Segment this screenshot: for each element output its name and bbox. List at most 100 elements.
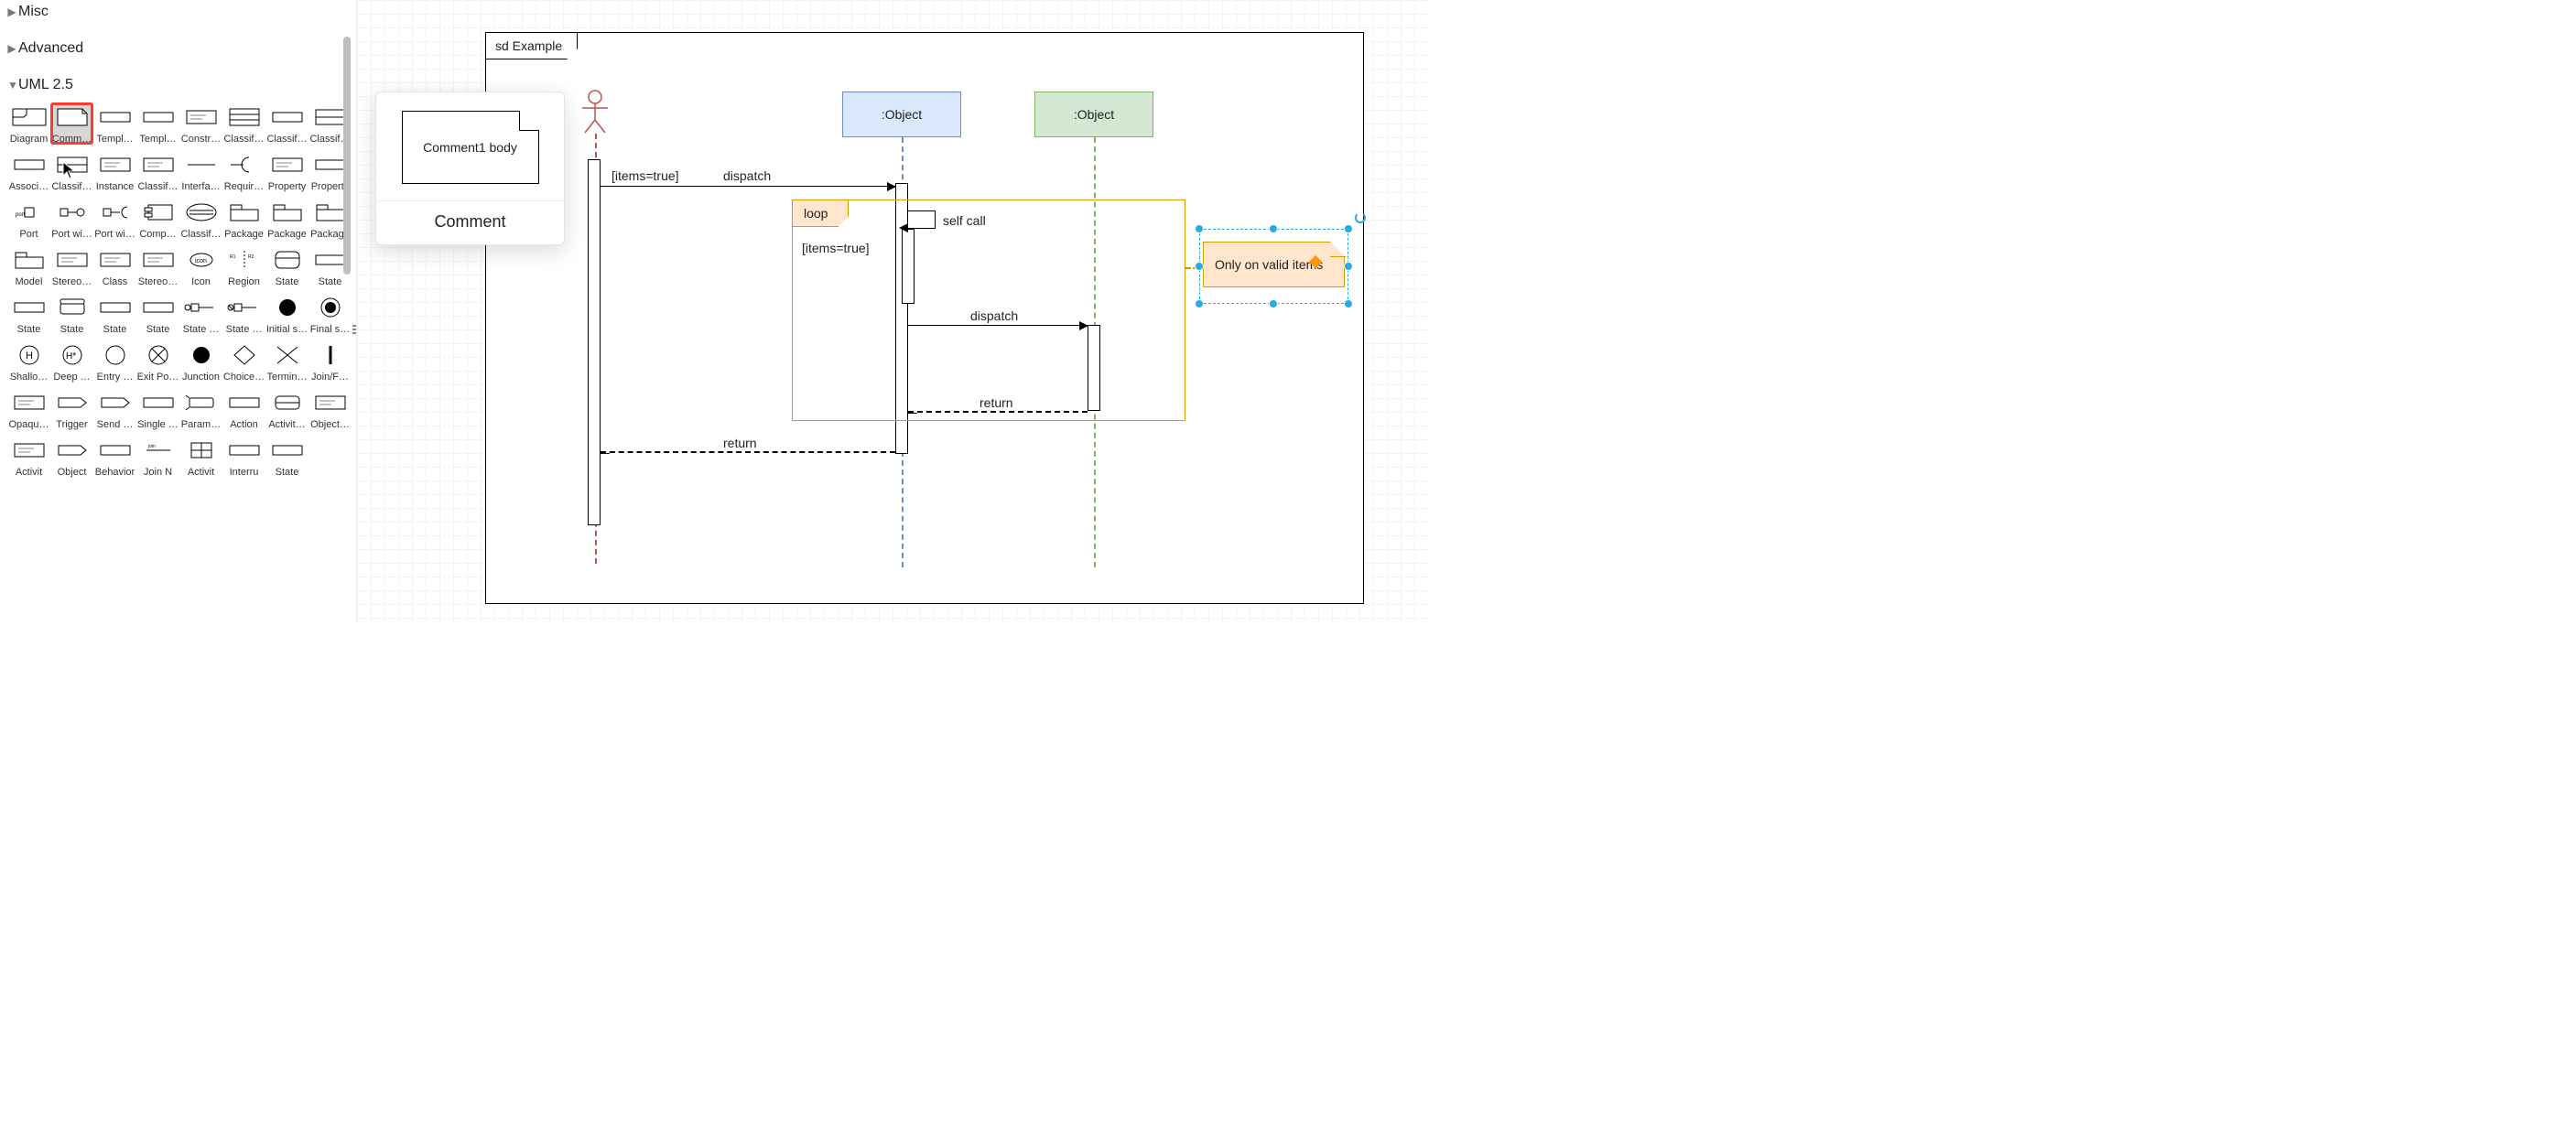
shape-exitpo-43[interactable]: Exit Po… bbox=[136, 340, 179, 383]
object-head[interactable]: :Object bbox=[842, 92, 961, 137]
shape-junction-44[interactable]: Junction bbox=[179, 340, 222, 383]
shape-constr-4[interactable]: Constr… bbox=[179, 102, 222, 145]
section-uml25[interactable]: ▼ UML 2.5 bbox=[0, 73, 356, 97]
shape-property-14[interactable]: Property bbox=[265, 150, 308, 192]
shape-associ-8[interactable]: Associ… bbox=[7, 150, 50, 192]
shape-state-34[interactable]: State bbox=[93, 293, 136, 335]
shape-choice-45[interactable]: Choice… bbox=[222, 340, 265, 383]
shape-finals-39[interactable]: Final s… bbox=[308, 293, 352, 335]
shape-port-16[interactable]: portPort bbox=[7, 198, 50, 240]
shape-behavior-58[interactable]: Behavior bbox=[93, 436, 136, 478]
resize-handle[interactable] bbox=[1269, 299, 1278, 308]
port-icon: port bbox=[11, 198, 48, 227]
shape-label: Requir… bbox=[223, 181, 265, 192]
shape-comm-1[interactable]: Comm… bbox=[50, 102, 93, 145]
shape-param-52[interactable]: Param… bbox=[179, 388, 222, 430]
resize-handle[interactable] bbox=[1344, 299, 1353, 308]
shape-single-51[interactable]: Single … bbox=[136, 388, 179, 430]
shape-model-24[interactable]: Model bbox=[7, 245, 50, 287]
loop-tag[interactable]: loop bbox=[792, 200, 849, 227]
shape-object-57[interactable]: Object bbox=[50, 436, 93, 478]
msg-label[interactable]: return bbox=[723, 436, 757, 450]
shape-package-22[interactable]: Package bbox=[265, 198, 308, 240]
loop-guard[interactable]: [items=true] bbox=[802, 241, 870, 255]
msg-guard[interactable]: [items=true] bbox=[612, 168, 679, 183]
shape-state-36[interactable]: State … bbox=[179, 293, 222, 335]
shape-initials-38[interactable]: Initial s… bbox=[265, 293, 308, 335]
resize-handle[interactable] bbox=[1269, 224, 1278, 233]
resize-handle[interactable] bbox=[1195, 299, 1204, 308]
msg-self-call[interactable] bbox=[908, 210, 936, 229]
shape-classif-6[interactable]: Classif… bbox=[265, 102, 308, 145]
msg-label[interactable]: self call bbox=[943, 213, 986, 228]
shape-instance-10[interactable]: Instance bbox=[93, 150, 136, 192]
shape-templ-3[interactable]: Templ… bbox=[136, 102, 179, 145]
scrollbar-thumb[interactable] bbox=[343, 37, 351, 275]
shape-state-33[interactable]: State bbox=[50, 293, 93, 335]
shape-portwi-18[interactable]: Port wi… bbox=[93, 198, 136, 240]
resize-handle[interactable] bbox=[1195, 262, 1204, 271]
shape-diagram-0[interactable]: Diagram bbox=[7, 102, 50, 145]
shape-interfa-12[interactable]: Interfa… bbox=[179, 150, 222, 192]
shape-joinn-59[interactable]: joinJoin N bbox=[136, 436, 179, 478]
shape-state-32[interactable]: State bbox=[7, 293, 50, 335]
shape-entry-42[interactable]: Entry … bbox=[93, 340, 136, 383]
msg-label[interactable]: return bbox=[980, 395, 1013, 410]
shape-class-26[interactable]: Class bbox=[93, 245, 136, 287]
shape-templ-2[interactable]: Templ… bbox=[93, 102, 136, 145]
lifeline-actor[interactable] bbox=[581, 90, 609, 136]
flag-r-icon bbox=[54, 436, 91, 465]
msg-return-2[interactable] bbox=[601, 451, 895, 453]
comment-note[interactable]: Only on valid items bbox=[1203, 242, 1345, 287]
msg-dispatch-1[interactable] bbox=[601, 186, 895, 187]
shape-activit-56[interactable]: Activit bbox=[7, 436, 50, 478]
shape-deep-41[interactable]: H*Deep … bbox=[50, 340, 93, 383]
shape-package-21[interactable]: Package bbox=[222, 198, 265, 240]
msg-dispatch-2[interactable] bbox=[908, 325, 1088, 326]
shape-shallo-40[interactable]: HShallo… bbox=[7, 340, 50, 383]
shape-stereo-25[interactable]: Stereo… bbox=[50, 245, 93, 287]
resize-handle[interactable] bbox=[1344, 262, 1353, 271]
shape-state-35[interactable]: State bbox=[136, 293, 179, 335]
preview-caption: Comment bbox=[376, 201, 564, 244]
shape-portwi-17[interactable]: Port wi… bbox=[50, 198, 93, 240]
shape-state-62[interactable]: State bbox=[265, 436, 308, 478]
shape-classif-9[interactable]: Classif… bbox=[50, 150, 93, 192]
shape-action-53[interactable]: Action bbox=[222, 388, 265, 430]
shape-stereo-27[interactable]: Stereo… bbox=[136, 245, 179, 287]
lifeline-object-2[interactable]: :Object bbox=[1034, 92, 1153, 137]
shape-classif-20[interactable]: Classif… bbox=[179, 198, 222, 240]
resize-handle[interactable] bbox=[1344, 224, 1353, 233]
shape-send-50[interactable]: Send … bbox=[93, 388, 136, 430]
shape-activit-60[interactable]: Activit bbox=[179, 436, 222, 478]
object-head[interactable]: :Object bbox=[1034, 92, 1153, 137]
rotate-handle[interactable] bbox=[1355, 212, 1366, 223]
shape-activit-54[interactable]: Activit… bbox=[265, 388, 308, 430]
shape-classif-11[interactable]: Classif… bbox=[136, 150, 179, 192]
activation-bar[interactable] bbox=[588, 159, 601, 525]
shape-object-55[interactable]: Object… bbox=[308, 388, 352, 430]
section-misc[interactable]: ▶ Misc bbox=[0, 0, 356, 24]
lifeline-object-1[interactable]: :Object bbox=[842, 92, 961, 137]
resize-handle[interactable] bbox=[1195, 224, 1204, 233]
shape-joinf-47[interactable]: Join/F… bbox=[308, 340, 352, 383]
canvas-area[interactable]: Comment1 body Comment sd Example bbox=[357, 0, 1428, 622]
shape-icon-28[interactable]: iconIcon bbox=[179, 245, 222, 287]
shape-region-29[interactable]: R1R2Region bbox=[222, 245, 265, 287]
shape-requir-13[interactable]: Requir… bbox=[222, 150, 265, 192]
shape-label: Stereo… bbox=[51, 276, 93, 287]
shape-comp-19[interactable]: Comp… bbox=[136, 198, 179, 240]
shape-interru-61[interactable]: Interru bbox=[222, 436, 265, 478]
section-advanced[interactable]: ▶ Advanced bbox=[0, 37, 356, 60]
shape-trigger-49[interactable]: Trigger bbox=[50, 388, 93, 430]
frame-label[interactable]: sd Example bbox=[485, 32, 578, 59]
shape-termin-46[interactable]: Termin… bbox=[265, 340, 308, 383]
shape-state-37[interactable]: State … bbox=[222, 293, 265, 335]
sidebar-resize-handle[interactable] bbox=[352, 311, 356, 348]
shape-state-30[interactable]: State bbox=[265, 245, 308, 287]
msg-label[interactable]: dispatch bbox=[723, 168, 771, 183]
shape-classif-5[interactable]: Classif… bbox=[222, 102, 265, 145]
shape-opaqu-48[interactable]: Opaqu… bbox=[7, 388, 50, 430]
msg-label[interactable]: dispatch bbox=[970, 308, 1018, 323]
msg-return-1[interactable] bbox=[908, 411, 1088, 413]
